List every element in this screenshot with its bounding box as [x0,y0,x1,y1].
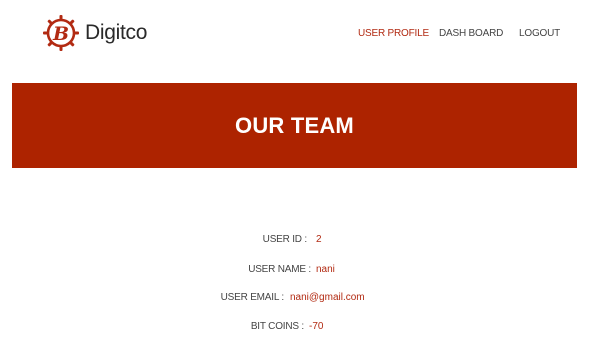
user-id-row: USER ID : 2 [0,234,589,250]
user-id-value: 2 [316,234,322,245]
user-name-row: USER NAME : nani [0,264,589,280]
nav-user-profile[interactable]: USER PROFILE [358,28,429,39]
user-id-label: USER ID : [262,234,308,245]
bit-coins-label: BIT COINS : [250,321,304,332]
user-name-value: nani [316,264,335,275]
navbar: B Digitco USER PROFILE DASH BOARD LOGOUT [0,0,589,68]
nav-dash-board[interactable]: DASH BOARD [439,28,503,39]
bit-coins-value: -70 [309,321,324,332]
user-name-label: USER NAME : [248,264,311,275]
user-email-row: USER EMAIL : nani@gmail.com [0,292,589,308]
brand-link[interactable]: B Digitco [43,15,147,51]
user-email-value: nani@gmail.com [290,292,365,303]
banner-title: OUR TEAM [235,112,354,138]
bit-coins-row: BIT COINS : -70 [0,321,589,337]
brand-name: Digitco [85,21,148,44]
svg-text:B: B [52,23,69,45]
team-banner: OUR TEAM [12,83,577,168]
nav-logout[interactable]: LOGOUT [519,28,560,39]
user-email-label: USER EMAIL : [220,292,285,303]
b-circle-logo-icon: B [43,15,79,51]
